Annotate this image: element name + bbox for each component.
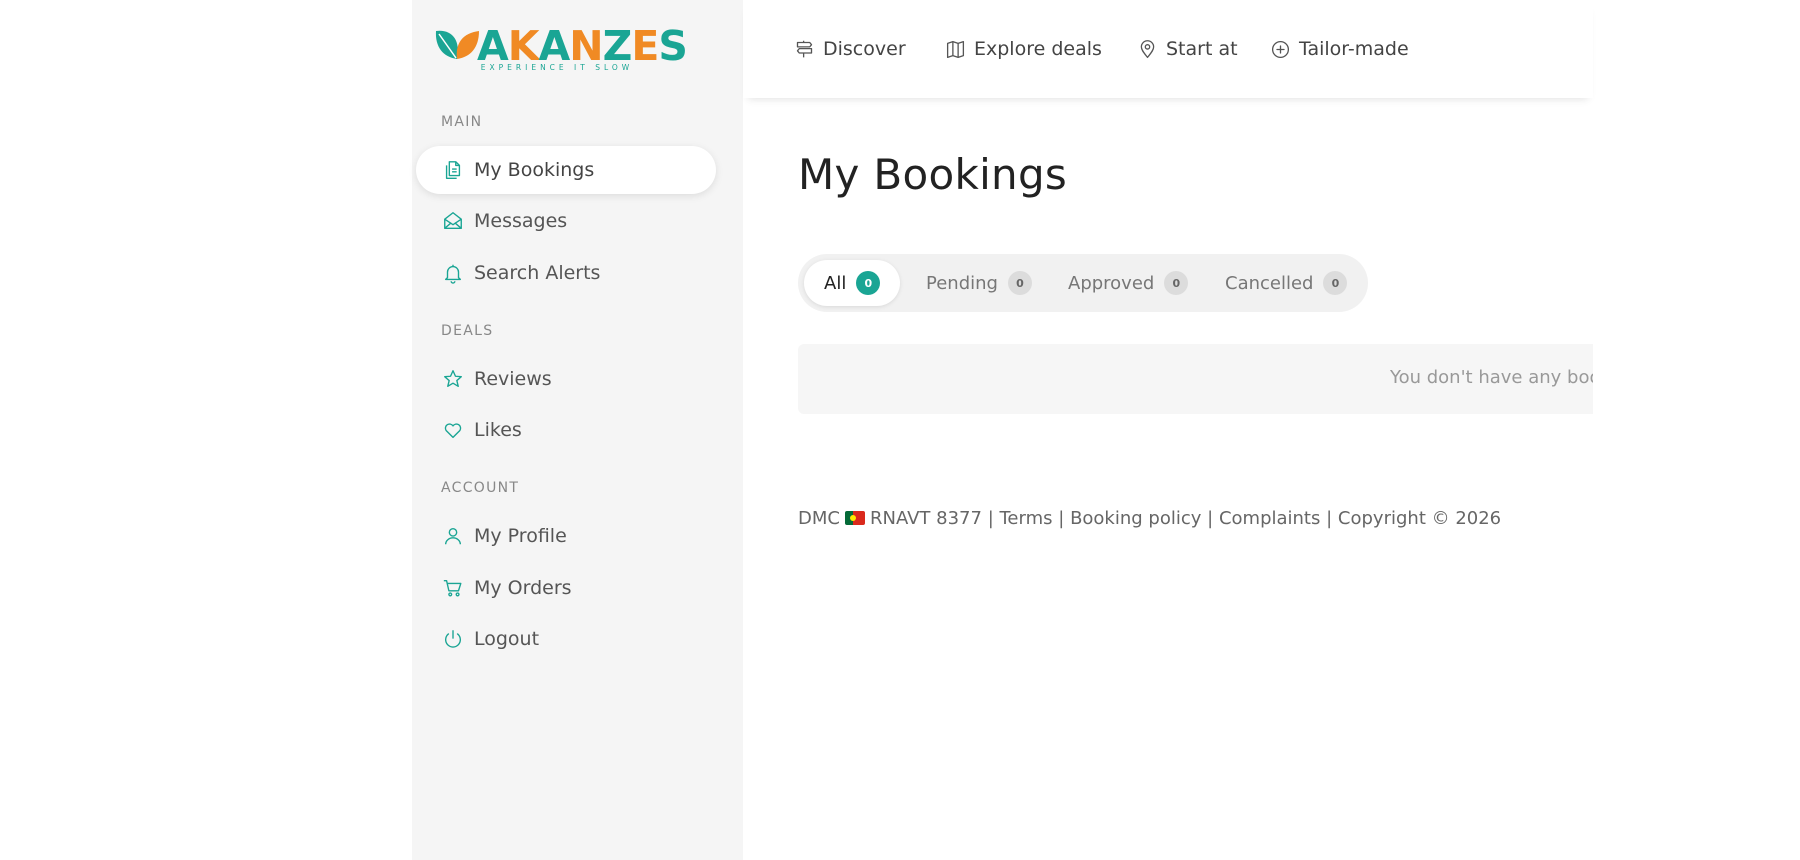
footer-rnavt: RNAVT 8377 [869, 508, 982, 529]
footer-complaints-link[interactable]: Complaints [1219, 508, 1320, 529]
cart-icon [443, 579, 462, 597]
leaf-logo-icon [435, 30, 479, 59]
sidebar-item-label: My Bookings [474, 159, 595, 181]
tab-label: All [824, 272, 847, 294]
location-pin-icon [1140, 39, 1155, 58]
plus-circle-icon [1271, 40, 1290, 58]
footer-separator: | [1207, 508, 1214, 529]
sidebar-item-messages[interactable]: Messages [416, 197, 716, 245]
sidebar-item-label: Messages [474, 210, 568, 232]
booking-status-tabs: All 0 Pending 0 Approved 0 Cancelled 0 [798, 254, 1368, 312]
footer-dmc: DMC [798, 508, 840, 529]
page-title: My Bookings [798, 150, 1068, 199]
tab-label: Cancelled [1225, 272, 1314, 294]
footer-booking-policy-link[interactable]: Booking policy [1070, 508, 1201, 529]
tab-all[interactable]: All 0 [804, 260, 901, 306]
logo-letter: S [658, 22, 688, 70]
section-title-account: ACCOUNT [441, 480, 520, 496]
nav-explore-deals-label: Explore deals [974, 38, 1102, 60]
envelope-open-icon [444, 212, 462, 230]
nav-start-at-label: Start at [1166, 38, 1238, 60]
sidebar-item-search-alerts[interactable]: Search Alerts [416, 249, 716, 297]
section-title-deals: DEALS [441, 323, 494, 339]
footer-separator: | [1326, 508, 1333, 529]
sidebar-item-label: Likes [474, 419, 522, 441]
star-icon [444, 370, 462, 388]
tab-label: Approved [1068, 272, 1155, 294]
sidebar-item-likes[interactable]: Likes [416, 406, 716, 454]
sidebar-item-my-orders[interactable]: My Orders [416, 564, 716, 612]
logo-tagline: EXPERIENCE IT SLOW [480, 63, 634, 72]
sidebar-item-my-profile[interactable]: My Profile [416, 512, 716, 560]
sidebar-item-label: Search Alerts [474, 262, 601, 284]
main-content: My Bookings All 0 Pending 0 Approved 0 C… [743, 98, 1593, 860]
count-badge: 0 [1164, 271, 1189, 295]
signpost-icon [796, 40, 813, 57]
footer-separator: | [1058, 508, 1065, 529]
akanzes-logo[interactable]: AKANZES EXPERIENCE IT SLOW [433, 22, 688, 74]
nav-explore-deals[interactable]: Explore deals [945, 34, 1102, 64]
sidebar-item-logout[interactable]: Logout [416, 615, 716, 663]
count-badge: 0 [1007, 271, 1032, 295]
documents-icon [445, 161, 461, 179]
sidebar-item-label: Logout [474, 628, 540, 650]
portugal-flag-icon [844, 511, 865, 525]
sidebar: AKANZES EXPERIENCE IT SLOW MAIN My Booki… [412, 0, 743, 860]
sidebar-item-my-bookings[interactable]: My Bookings [416, 146, 716, 194]
footer: DMC RNAVT 8377 | Terms | Booking policy |… [798, 508, 1501, 529]
nav-tailor-made-label: Tailor-made [1299, 38, 1409, 60]
tab-cancelled[interactable]: Cancelled 0 [1205, 260, 1367, 306]
count-badge: 0 [1323, 271, 1348, 295]
tab-pending[interactable]: Pending 0 [906, 260, 1052, 306]
empty-bookings-notice: You don't have any bool [798, 344, 1593, 414]
sidebar-item-label: My Profile [474, 525, 567, 547]
empty-message: You don't have any bool [1390, 367, 1593, 388]
power-icon [444, 630, 462, 648]
count-badge: 0 [856, 271, 881, 295]
nav-discover[interactable]: Discover [794, 34, 906, 64]
section-title-main: MAIN [441, 114, 483, 130]
footer-separator: | [987, 508, 994, 529]
user-icon [444, 527, 462, 545]
bell-icon [444, 264, 462, 284]
map-icon [946, 40, 965, 58]
tab-label: Pending [926, 272, 998, 294]
tab-approved[interactable]: Approved 0 [1048, 260, 1208, 306]
footer-copyright: Copyright © 2026 [1337, 508, 1502, 529]
heart-icon [444, 423, 462, 439]
top-navigation: Discover Explore deals Start at Tailor-m… [743, 0, 1593, 98]
nav-start-at[interactable]: Start at [1137, 34, 1238, 64]
sidebar-item-reviews[interactable]: Reviews [416, 355, 716, 403]
footer-terms-link[interactable]: Terms [1000, 508, 1053, 529]
nav-tailor-made[interactable]: Tailor-made [1270, 34, 1409, 64]
sidebar-item-label: Reviews [474, 368, 552, 390]
sidebar-item-label: My Orders [474, 577, 572, 599]
nav-discover-label: Discover [823, 38, 906, 60]
logo-wordmark: AKANZES [477, 22, 688, 70]
